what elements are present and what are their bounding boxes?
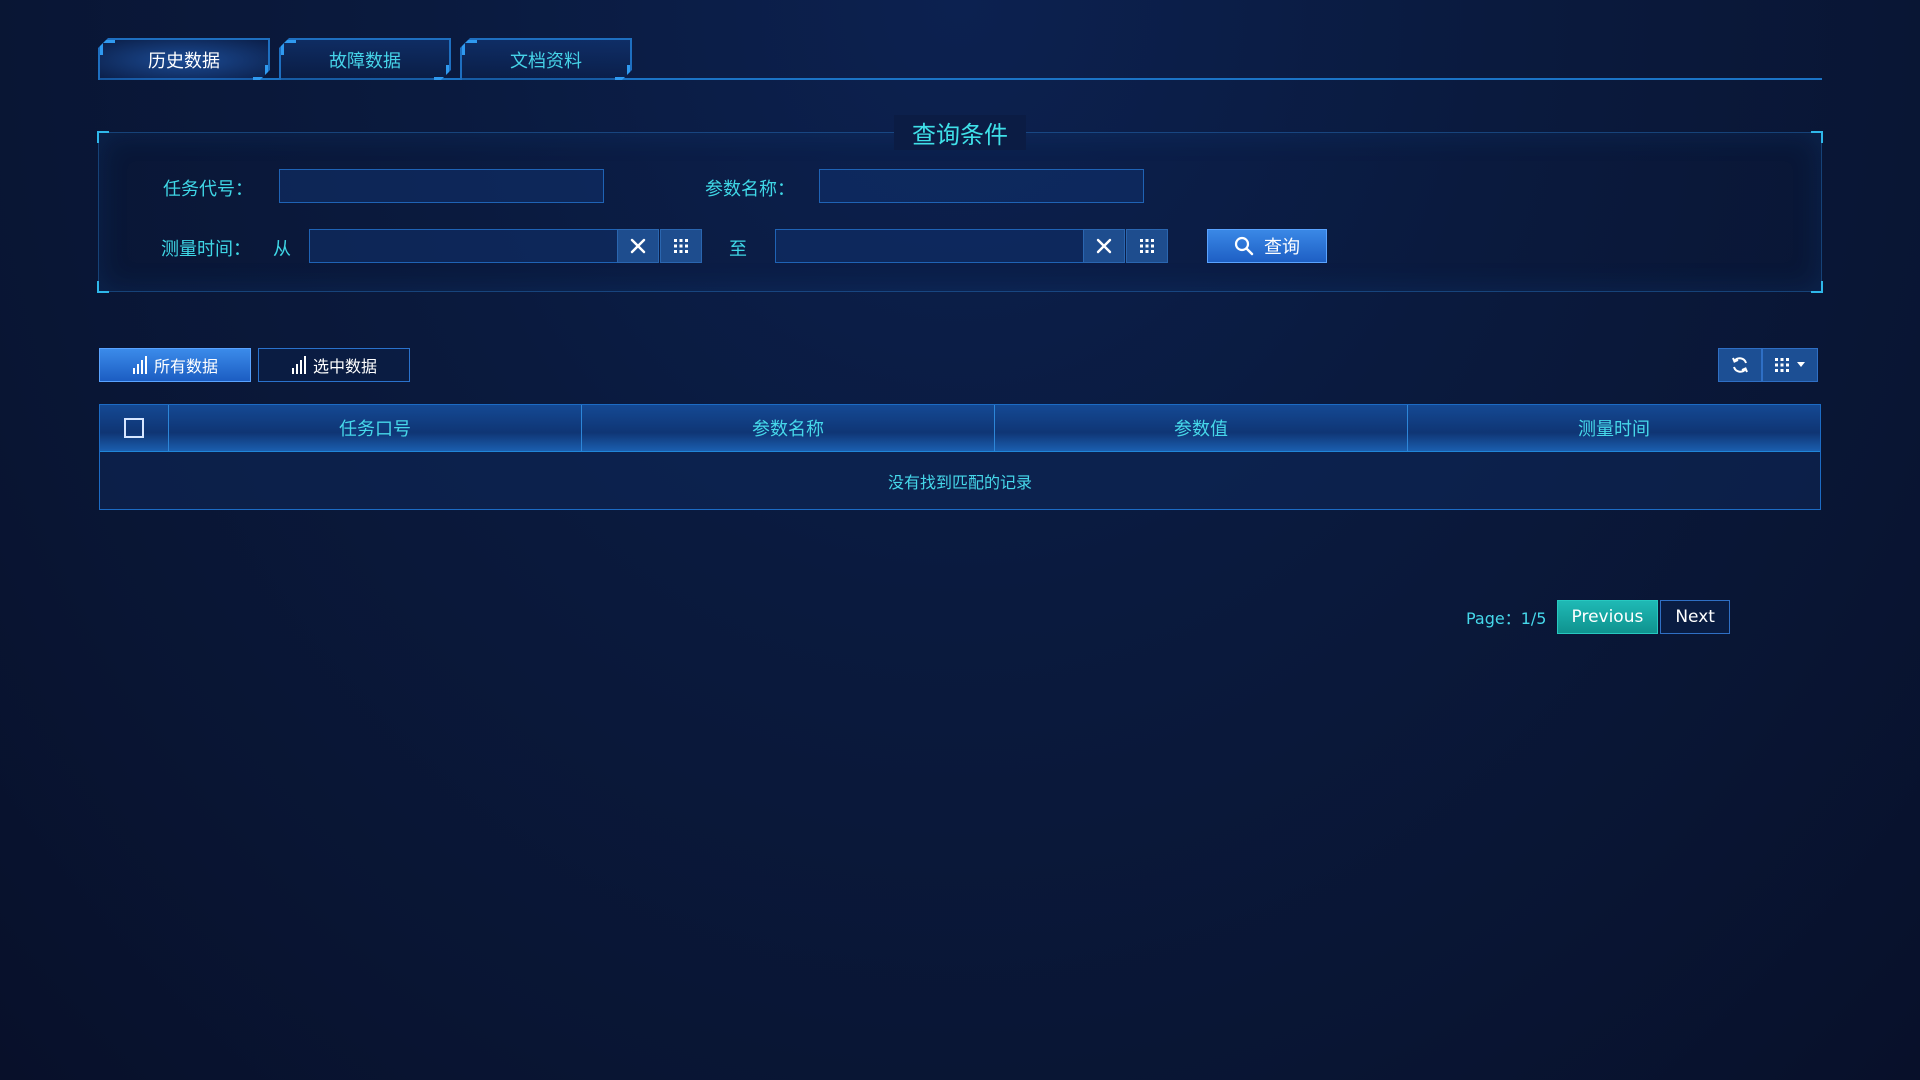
bar-chart-icon — [132, 356, 147, 374]
table-toolbar — [1718, 348, 1818, 382]
next-page-button[interactable]: Next — [1660, 600, 1730, 634]
tab-bar: 历史数据 故障数据 文档资料 — [98, 38, 1822, 80]
pagination: Page：1/5 Previous Next — [1466, 600, 1730, 634]
table-header: 任务口号 参数名称 参数值 测量时间 — [100, 405, 1820, 452]
start-time-picker-button[interactable] — [660, 229, 702, 263]
column-header[interactable]: 参数值 — [995, 405, 1408, 451]
tab-label: 历史数据 — [148, 51, 220, 72]
start-time-input[interactable] — [309, 229, 619, 263]
clear-start-time-button[interactable] — [617, 229, 659, 263]
selected-data-button[interactable]: 选中数据 — [258, 348, 410, 382]
tab-label: 故障数据 — [329, 51, 401, 72]
param-name-label: 参数名称： — [705, 179, 795, 200]
empty-table-message: 没有找到匹配的记录 — [887, 472, 1032, 492]
select-all-cell — [100, 405, 169, 451]
chevron-down-icon — [1797, 362, 1805, 367]
selected-data-label: 选中数据 — [312, 357, 377, 376]
search-icon — [1234, 236, 1254, 256]
tab-documents[interactable]: 文档资料 — [460, 38, 632, 80]
column-header[interactable]: 任务口号 — [169, 405, 582, 451]
refresh-button[interactable] — [1718, 348, 1762, 382]
task-code-input[interactable] — [279, 169, 604, 203]
close-icon — [630, 238, 646, 254]
all-data-label: 所有数据 — [153, 357, 218, 376]
tab-history-data[interactable]: 历史数据 — [98, 38, 270, 80]
param-name-input[interactable] — [819, 169, 1144, 203]
previous-page-button[interactable]: Previous — [1556, 600, 1659, 634]
corner-decoration — [1811, 281, 1823, 293]
column-header[interactable]: 参数名称 — [582, 405, 995, 451]
clear-end-time-button[interactable] — [1083, 229, 1125, 263]
grid-icon — [674, 239, 688, 253]
tab-fault-data[interactable]: 故障数据 — [279, 38, 451, 80]
task-code-label: 任务代号： — [163, 179, 253, 200]
all-data-button[interactable]: 所有数据 — [99, 348, 251, 382]
refresh-icon — [1732, 357, 1748, 373]
app-root: 历史数据 故障数据 文档资料 查询条件 任务代号： 参数名称： 测量时间： 从 — [0, 0, 1920, 1080]
select-all-checkbox[interactable] — [124, 418, 144, 438]
grid-icon — [1140, 239, 1154, 253]
measure-time-label: 测量时间： — [161, 239, 251, 260]
data-table: 任务口号 参数名称 参数值 测量时间 没有找到匹配的记录 — [99, 404, 1821, 510]
end-time-picker-button[interactable] — [1126, 229, 1168, 263]
end-time-input[interactable] — [775, 229, 1085, 263]
close-icon — [1096, 238, 1112, 254]
page-info: Page：1/5 — [1466, 609, 1547, 628]
column-header[interactable]: 测量时间 — [1408, 405, 1820, 451]
query-button-label: 查询 — [1264, 237, 1300, 258]
query-panel: 查询条件 任务代号： 参数名称： 测量时间： 从 至 查询 — [97, 115, 1823, 293]
corner-decoration — [97, 281, 109, 293]
query-button[interactable]: 查询 — [1207, 229, 1327, 263]
corner-decoration — [97, 131, 109, 143]
corner-decoration — [1811, 131, 1823, 143]
grid-icon — [1775, 358, 1789, 372]
to-label: 至 — [729, 239, 747, 260]
bar-chart-icon — [291, 356, 306, 374]
from-label: 从 — [273, 239, 291, 260]
query-panel-title: 查询条件 — [894, 115, 1026, 150]
tab-label: 文档资料 — [510, 51, 582, 72]
columns-toggle-button[interactable] — [1762, 348, 1818, 382]
